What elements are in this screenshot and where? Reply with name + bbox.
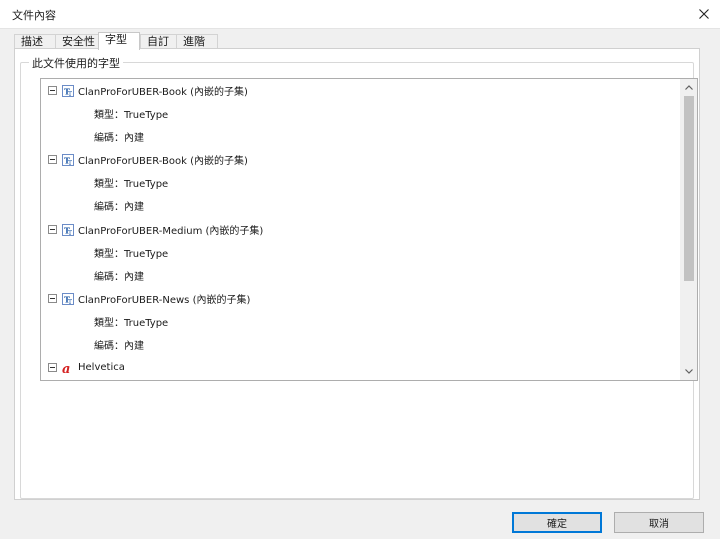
font-name: Helvetica [78,362,125,373]
tab-advanced[interactable]: 進階 [176,34,218,49]
window-title: 文件內容 [12,9,56,22]
tab-description[interactable]: 描述 [14,34,56,49]
font-row[interactable]: TT ClanProForUBER-Book (內嵌的子集) [41,148,680,171]
chevron-down-icon [684,369,693,374]
svg-text:a: a [62,362,70,374]
collapse-toggle[interactable] [48,155,57,164]
font-row[interactable]: a Helvetica [41,356,680,379]
collapse-toggle[interactable] [48,225,57,234]
font-name: ClanProForUBER-News (內嵌的子集) [78,295,251,306]
fonts-group-label: 此文件使用的字型 [29,55,123,71]
ok-button[interactable]: 確定 [512,512,602,533]
scroll-down-button[interactable] [680,363,697,380]
tab-fonts[interactable]: 字型 [98,32,140,50]
truetype-font-icon: TT [62,84,74,97]
font-type: 類型：TrueType [94,110,169,121]
font-type: 類型：TrueType [94,318,169,329]
cancel-button[interactable]: 取消 [614,512,704,533]
chevron-up-icon [684,85,693,90]
font-encoding: 編碼：內建 [94,202,144,213]
scroll-thumb[interactable] [684,96,694,281]
font-tree[interactable]: TT ClanProForUBER-Book (內嵌的子集) 類型：TrueTy… [40,78,698,381]
type1-font-icon: a [62,362,70,374]
truetype-font-icon: TT [62,223,74,236]
scroll-up-button[interactable] [680,79,697,96]
truetype-font-icon: TT [62,292,74,305]
title-bar: 文件內容 [0,0,720,29]
svg-text:T: T [68,299,72,305]
truetype-font-icon: TT [62,153,74,166]
collapse-toggle[interactable] [48,294,57,303]
svg-text:T: T [68,230,72,236]
fonts-panel: 此文件使用的字型 TT ClanProForUBER-Book (內嵌的子集) … [14,48,700,500]
close-icon [699,9,709,19]
font-name: ClanProForUBER-Book (內嵌的子集) [78,156,248,167]
font-name: ClanProForUBER-Medium (內嵌的子集) [78,226,264,237]
font-row[interactable]: TT ClanProForUBER-News (內嵌的子集) [41,287,680,310]
collapse-toggle[interactable] [48,86,57,95]
svg-text:T: T [68,91,72,97]
font-type: 類型：TrueType [94,179,169,190]
font-encoding: 編碼：內建 [94,272,144,283]
font-encoding: 編碼：內建 [94,341,144,352]
collapse-toggle[interactable] [48,363,57,372]
font-type: 類型：TrueType [94,249,169,260]
vertical-scrollbar[interactable] [680,79,697,380]
font-row[interactable]: TT ClanProForUBER-Medium (內嵌的子集) [41,218,680,241]
font-encoding: 編碼：內建 [94,133,144,144]
font-row[interactable]: TT ClanProForUBER-Book (內嵌的子集) [41,79,680,102]
svg-text:T: T [68,160,72,166]
close-button[interactable] [688,0,720,28]
font-name: ClanProForUBER-Book (內嵌的子集) [78,87,248,98]
